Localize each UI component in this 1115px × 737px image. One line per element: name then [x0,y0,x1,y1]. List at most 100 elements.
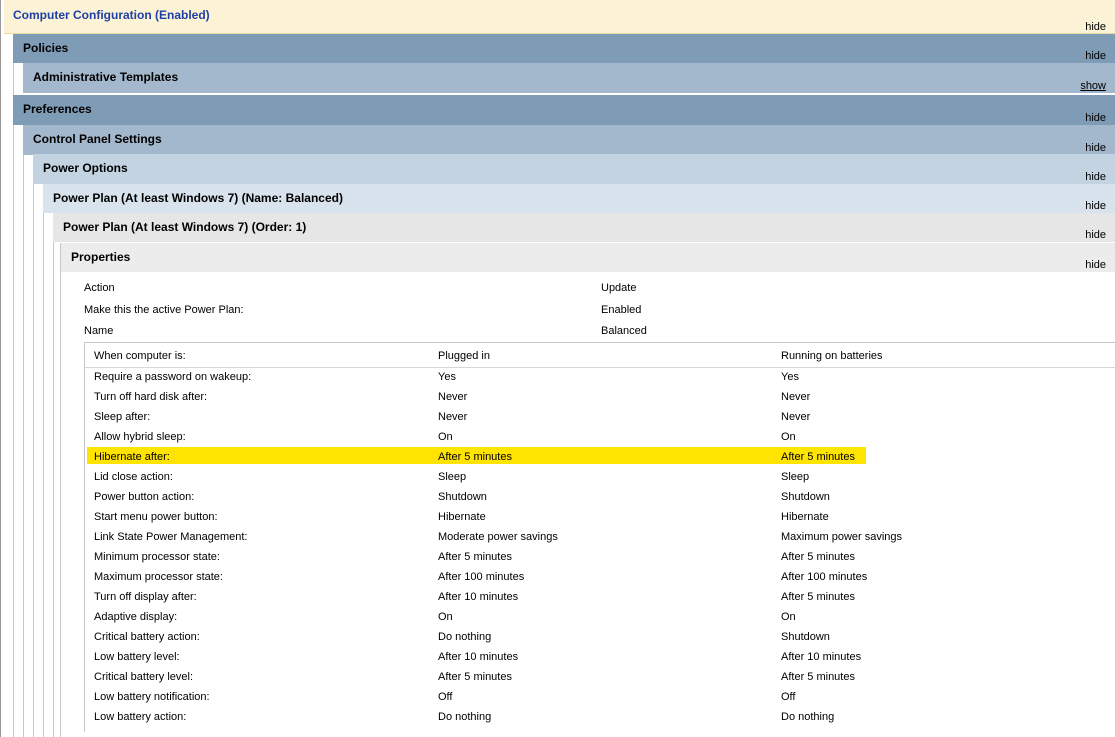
plugged-in-value: Do nothing [438,711,492,723]
indent-guide [43,184,44,737]
column-header: Plugged in [438,350,490,362]
plugged-in-value: After 5 minutes [438,671,512,683]
table-row: Hibernate after: After 5 minutes After 5 m… [85,447,1115,467]
table-row: Allow hybrid sleep: On On [85,427,1115,447]
section-title: Control Panel Settings [33,132,162,146]
plugged-in-value: Never [438,391,468,403]
table-row: Critical battery level: After 5 minutes Af… [85,667,1115,687]
table-row: Minimum processor state: After 5 minutes A… [85,547,1115,567]
on-battery-value: After 5 minutes [781,551,855,563]
section-header-policies: Policies hide [13,34,1115,63]
section-title: Computer Configuration (Enabled) [13,8,210,22]
setting-name: Adaptive display: [94,611,178,623]
plugged-in-value: Sleep [438,471,467,483]
setting-name: Sleep after: [94,411,151,423]
hide-link[interactable]: hide [1085,171,1106,183]
section-title: Preferences [23,102,92,116]
setting-name: Lid close action: [94,471,173,483]
on-battery-value: Yes [781,371,799,383]
property-value: Enabled [601,304,642,316]
table-row: Low battery action: Do nothing Do nothing [85,707,1115,727]
window-left-border [0,0,1,737]
property-label: Make this the active Power Plan: [84,304,244,316]
plugged-in-value: After 10 minutes [438,591,519,603]
on-battery-value: Shutdown [781,631,830,643]
hide-link[interactable]: hide [1085,112,1106,124]
hide-link[interactable]: hide [1085,142,1106,154]
section-header-computer-configuration: Computer Configuration (Enabled) hide [4,0,1115,34]
setting-name: Start menu power button: [94,511,218,523]
table-row: Sleep after: Never Never [85,407,1115,427]
section-header-power-plan-order: Power Plan (At least Windows 7) (Order: … [53,213,1115,242]
on-battery-value: On [781,611,796,623]
on-battery-value: After 5 minutes [781,671,855,683]
plugged-in-value: After 5 minutes [438,451,512,463]
table-row: Maximum processor state: After 100 minute… [85,567,1115,587]
table-row: Low battery notification: Off Off [85,687,1115,707]
setting-name: Link State Power Management: [94,531,248,543]
on-battery-value: Off [781,691,796,703]
setting-name: Critical battery action: [94,631,200,643]
indent-guide [53,213,54,737]
table-row: Turn off hard disk after: Never Never [85,387,1115,407]
on-battery-value: Do nothing [781,711,835,723]
hide-link[interactable]: hide [1085,259,1106,271]
on-battery-value: Sleep [781,471,810,483]
property-value: Update [601,282,637,294]
hide-link[interactable]: hide [1085,21,1106,33]
table-row: Start menu power button: Hibernate Hiberna… [85,507,1115,527]
section-header-power-plan-name: Power Plan (At least Windows 7) (Name: B… [43,184,1115,213]
table-row: Critical battery action: Do nothing Shutdo… [85,627,1115,647]
setting-name: Low battery notification: [94,691,210,703]
column-header: Running on batteries [781,350,883,362]
table-row: Power button action: Shutdown Shutdown [85,487,1115,507]
section-header-preferences: Preferences hide [13,95,1115,125]
on-battery-value: After 5 minutes [781,591,855,603]
plugged-in-value: Yes [438,371,456,383]
table-row: Adaptive display: On On [85,607,1115,627]
show-link[interactable]: show [1080,80,1106,92]
plugged-in-value: On [438,611,453,623]
plugged-in-value: Shutdown [438,491,487,503]
section-title: Power Plan (At least Windows 7) (Name: B… [53,191,343,205]
section-title: Properties [71,250,131,264]
setting-name: Low battery level: [94,651,180,663]
section-title: Power Plan (At least Windows 7) (Order: … [63,220,307,234]
on-battery-value: Hibernate [781,511,829,523]
plugged-in-value: Never [438,411,468,423]
section-title: Policies [23,41,69,55]
on-battery-value: After 5 minutes [781,451,855,463]
section-header-power-options: Power Options hide [33,154,1115,184]
plugged-in-value: On [438,431,453,443]
setting-name: Allow hybrid sleep: [94,431,186,443]
plugged-in-value: After 5 minutes [438,551,512,563]
power-settings-table: When computer is: Plugged in Running on … [84,342,1115,732]
on-battery-value: On [781,431,796,443]
indent-guide [13,34,14,737]
indent-guide [23,125,24,737]
indent-guide [33,154,34,737]
section-header-properties: Properties hide [61,243,1115,272]
setting-name: Hibernate after: [94,451,170,463]
hide-link[interactable]: hide [1085,50,1106,62]
on-battery-value: After 10 minutes [781,651,862,663]
property-value: Balanced [601,325,647,337]
on-battery-value: Never [781,391,811,403]
section-header-control-panel-settings: Control Panel Settings hide [23,125,1115,155]
section-title: Power Options [43,161,128,175]
table-header-row: When computer is: Plugged in Running on … [85,346,1115,366]
plugged-in-value: Moderate power savings [438,531,558,543]
setting-name: Minimum processor state: [94,551,220,563]
table-row: Require a password on wakeup: Yes Yes [85,367,1115,387]
setting-name: Maximum processor state: [94,571,223,583]
setting-name: Critical battery level: [94,671,194,683]
table-row: Lid close action: Sleep Sleep [85,467,1115,487]
property-label: Action [84,282,115,294]
setting-name: Turn off display after: [94,591,197,603]
hide-link[interactable]: hide [1085,229,1106,241]
property-label: Name [84,325,114,337]
plugged-in-value: Hibernate [438,511,486,523]
setting-name: Power button action: [94,491,195,503]
setting-name: Low battery action: [94,711,187,723]
hide-link[interactable]: hide [1085,200,1106,212]
